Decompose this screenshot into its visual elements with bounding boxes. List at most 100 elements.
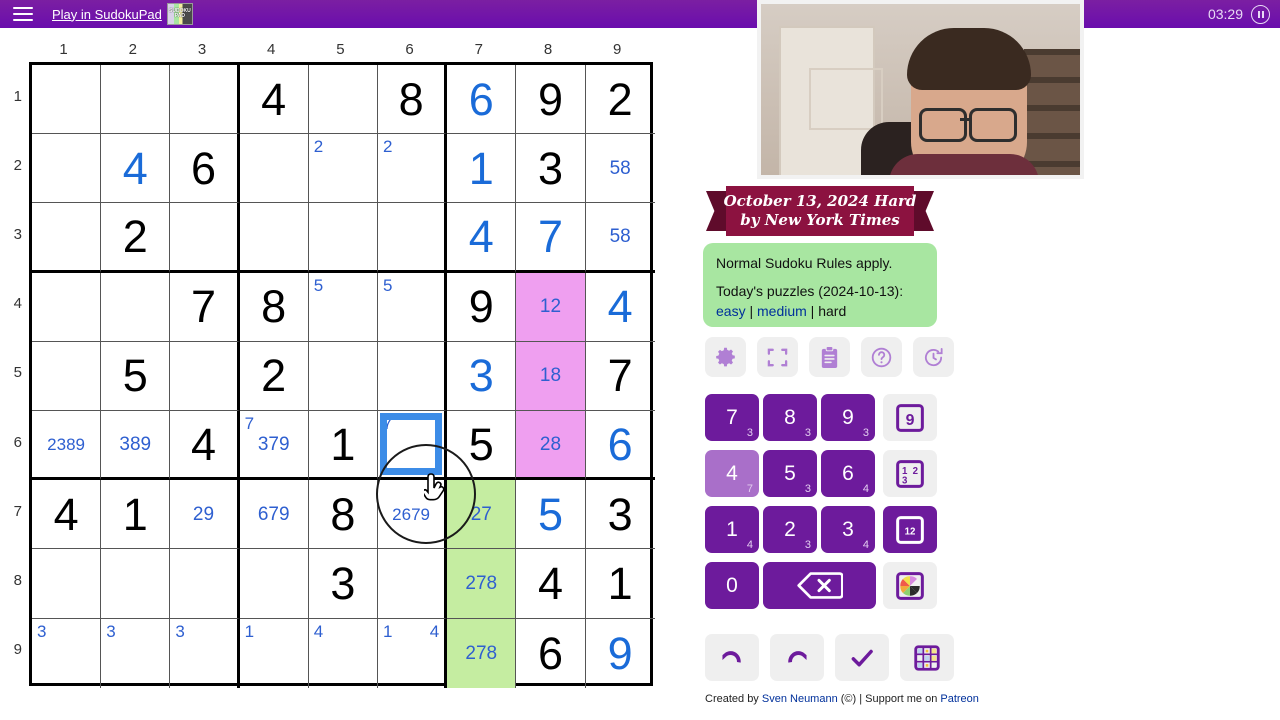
cell-r9c9[interactable]: 9 [586,619,655,688]
cell-r4c5[interactable]: 5 [308,272,378,342]
cell-r3c3[interactable] [170,203,240,273]
cell-r1c3[interactable] [170,65,240,135]
digit-button-9[interactable]: 93 [821,394,875,441]
mode-normal[interactable]: 9 [883,394,937,441]
cell-r6c4[interactable]: 379 7 [239,411,309,481]
cell-r7c3[interactable]: 29 [170,480,240,550]
cell-r6c7[interactable]: 5 [447,411,517,481]
cell-r6c6[interactable]: 7 [378,411,448,481]
cell-r9c3[interactable]: 3 [170,618,240,688]
cell-r7c4[interactable]: 679 [239,480,309,550]
cell-r6c3[interactable]: 4 [170,411,240,481]
digit-button-7[interactable]: 73 [705,394,759,441]
cell-r4c3[interactable]: 7 [170,272,240,342]
pause-icon[interactable] [1251,4,1270,24]
cell-r6c8[interactable]: 28 [516,411,586,481]
cell-r1c6[interactable]: 8 [378,65,448,135]
cell-r6c9[interactable]: 6 [585,411,655,481]
sudoku-grid[interactable]: 4 8 6 9 2 4 6 2 2 1 3 58 2 4 7 58 7 8 5 5 9 12 4 5 2 3 18 7 2389 389 4… [29,62,655,688]
cell-r5c5[interactable] [308,341,378,411]
cell-r4c9[interactable]: 4 [585,273,655,342]
help-icon[interactable] [861,337,902,377]
cell-r2c5[interactable]: 2 [308,134,378,204]
digit-button-2[interactable]: 23 [763,506,817,553]
cell-r5c8[interactable]: 18 [516,341,586,411]
cell-r1c2[interactable] [101,65,171,135]
cell-r1c1[interactable] [32,65,102,135]
cell-r7c1[interactable]: 4 [32,480,102,550]
cell-r3c4[interactable] [239,203,309,273]
cell-r6c1[interactable]: 2389 [32,411,102,481]
cell-r4c7[interactable]: 9 [447,272,517,342]
digit-button-3[interactable]: 34 [821,506,875,553]
digit-button-8[interactable]: 83 [763,394,817,441]
check-button[interactable] [835,634,889,681]
cell-r2c3[interactable]: 6 [170,134,240,204]
digit-button-1[interactable]: 14 [705,506,759,553]
cell-r3c9[interactable]: 58 [585,203,655,273]
cell-r9c6[interactable]: 14 [378,618,448,688]
link-medium[interactable]: medium [757,303,807,319]
cell-r1c5[interactable] [308,65,378,135]
cell-r9c8[interactable]: 6 [516,618,586,688]
cell-r9c1[interactable]: 3 [32,618,102,688]
mode-colour[interactable] [883,562,937,609]
link-easy[interactable]: easy [716,303,746,319]
cell-r2c7[interactable]: 1 [447,134,517,204]
cell-r9c5[interactable]: 4 [309,618,378,688]
cell-r8c7[interactable]: 278 [447,549,517,619]
delete-button[interactable] [763,562,876,609]
cell-r5c7[interactable]: 3 [447,341,517,411]
cell-r9c2[interactable]: 3 [101,618,171,688]
digit-button-0[interactable]: 0 [705,562,759,609]
cell-r7c5[interactable]: 8 [308,480,378,550]
cell-r8c2[interactable] [101,549,171,619]
cell-r4c1[interactable] [32,272,102,342]
cell-r7c6[interactable]: 2679 [378,480,448,550]
patreon-link[interactable]: Patreon [940,693,979,705]
cell-r2c6[interactable]: 2 [378,134,448,204]
digit-button-6[interactable]: 64 [821,450,875,497]
cell-r1c4[interactable]: 4 [239,65,309,135]
hamburger-icon[interactable] [8,0,38,28]
digit-button-5[interactable]: 53 [763,450,817,497]
cell-r3c2[interactable]: 2 [101,203,171,273]
grid-button[interactable] [900,634,954,681]
cell-r5c4[interactable]: 2 [239,341,309,411]
cell-r1c8[interactable]: 9 [516,65,586,135]
cell-r7c7[interactable]: 27 [447,480,517,550]
cell-r2c8[interactable]: 3 [516,134,586,204]
play-in-sudokupad-link[interactable]: Play in SudokuPad [52,7,162,22]
cell-r1c7[interactable]: 6 [447,65,517,135]
cell-r4c4[interactable]: 8 [239,272,309,342]
cell-r8c6[interactable] [378,549,448,619]
cell-r7c2[interactable]: 1 [101,480,171,550]
cell-r3c5[interactable] [308,203,378,273]
cell-r7c8[interactable]: 5 [516,480,586,550]
cell-r4c6[interactable]: 5 [378,272,448,342]
mode-corner[interactable]: 123 [883,450,937,497]
cell-r4c8[interactable]: 12 [516,272,586,342]
rules-icon[interactable] [809,337,850,377]
cell-r6c5[interactable]: 1 [308,411,378,481]
mode-centre[interactable]: 12 [883,506,937,553]
cell-r2c9[interactable]: 58 [585,134,655,204]
cell-r5c1[interactable] [32,341,102,411]
cell-r1c9[interactable]: 2 [585,65,655,135]
cell-r5c2[interactable]: 5 [101,341,171,411]
cell-r2c2[interactable]: 4 [101,134,171,204]
cell-r8c9[interactable]: 1 [585,549,655,619]
cell-r3c1[interactable] [32,203,102,273]
cell-r5c6[interactable] [378,341,448,411]
cell-r8c4[interactable] [239,549,309,619]
cell-r8c1[interactable] [32,549,102,619]
cell-r2c4[interactable] [239,134,309,204]
cell-r3c6[interactable] [378,203,448,273]
cell-r3c7[interactable]: 4 [447,203,517,273]
author-link[interactable]: Sven Neumann [762,693,838,705]
undo-button[interactable] [705,634,759,681]
cell-r5c9[interactable]: 7 [585,342,655,411]
cell-r5c3[interactable] [170,341,240,411]
cell-r9c7[interactable]: 278 [447,618,517,688]
cell-r8c5[interactable]: 3 [308,549,378,619]
